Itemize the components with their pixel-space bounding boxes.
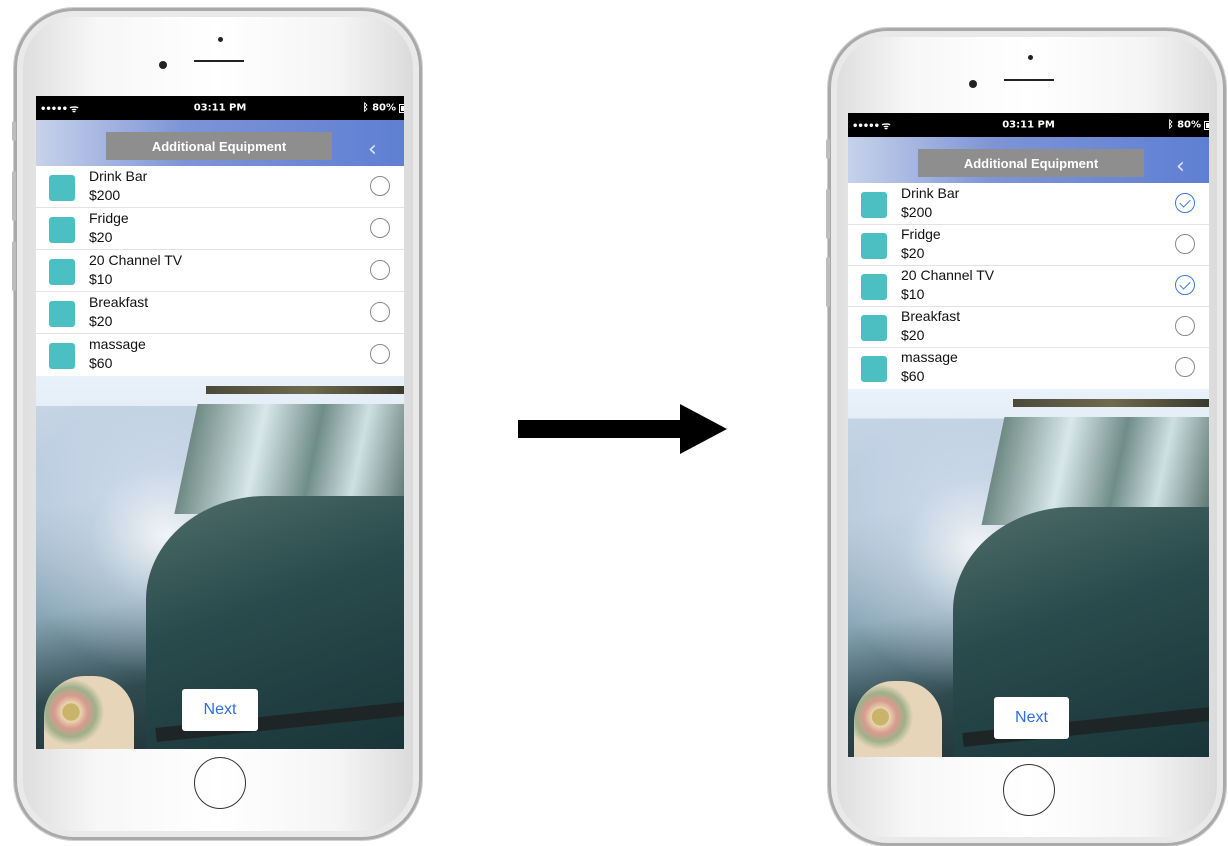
select-radio[interactable] [1175,234,1195,254]
side-button [12,241,16,291]
chevron-left-icon[interactable]: ‹ [368,137,377,162]
list-item[interactable]: massage $60 [848,347,1209,388]
front-camera [159,61,167,69]
list-item[interactable]: Fridge $20 [848,224,1209,266]
signal-indicator: ••••• ᯤ [40,104,79,115]
next-button[interactable]: Next [182,689,258,731]
item-price: $20 [901,327,925,343]
item-price: $20 [901,245,925,261]
list-item[interactable]: Fridge $20 [36,208,404,250]
item-name: 20 Channel TV [901,267,995,283]
select-radio-checked[interactable] [1175,193,1195,213]
item-name: massage [89,336,146,352]
page-title: Additional Equipment [106,132,332,160]
item-thumbnail [49,343,75,369]
item-thumbnail [861,274,887,300]
item-price: $60 [901,368,925,384]
equipment-list: Drink Bar $200 Fridge $20 20 Channel TV … [36,166,404,376]
page-title: Additional Equipment [918,149,1144,177]
signal-indicator: ••••• ᯤ [852,121,891,132]
status-bar: ••••• ᯤ 03:11 PM ᛒ 80% [848,113,1209,137]
home-button[interactable] [194,757,246,809]
item-name: 20 Channel TV [89,252,183,268]
sensor-dot [1028,55,1033,60]
select-radio-checked[interactable] [1175,275,1195,295]
person-head [44,676,134,749]
item-thumbnail [49,217,75,243]
item-name: massage [901,349,958,365]
item-price: $60 [89,355,113,371]
front-camera [969,80,977,88]
battery-icon [399,103,404,113]
item-thumbnail [861,192,887,218]
select-radio[interactable] [370,260,390,280]
item-price: $200 [901,204,933,220]
phone-frame-after: ••••• ᯤ 03:11 PM ᛒ 80% Additional Equipm… [826,28,1226,846]
item-thumbnail [861,315,887,341]
item-name: Breakfast [901,308,961,324]
side-button [826,139,830,159]
battery-indicator: ᛒ 80% [363,102,404,114]
battery-percent: 80% [1177,119,1201,131]
list-item[interactable]: Breakfast $20 [848,306,1209,348]
nav-bar: Additional Equipment ‹ [848,137,1209,183]
status-time: 03:11 PM [193,102,247,114]
arrow-head [680,404,727,454]
earpiece-speaker [1004,79,1054,81]
sensor-dot [218,37,223,42]
battery-percent: 80% [372,102,396,114]
home-button[interactable] [1003,764,1055,816]
item-thumbnail [49,301,75,327]
equipment-list: Drink Bar $200 Fridge $20 20 Channel TV … [848,183,1209,389]
next-button[interactable]: Next [994,697,1069,739]
list-item[interactable]: Drink Bar $200 [848,183,1209,225]
item-name: Fridge [901,226,941,242]
item-price: $20 [89,313,113,329]
side-button [12,121,16,141]
item-thumbnail [861,233,887,259]
right-arrow-icon [518,420,683,438]
select-radio[interactable] [370,218,390,238]
select-radio[interactable] [1175,357,1195,377]
list-item[interactable]: Drink Bar $200 [36,166,404,208]
item-name: Breakfast [89,294,149,310]
select-radio[interactable] [370,302,390,322]
item-thumbnail [49,175,75,201]
list-item[interactable]: Breakfast $20 [36,292,404,334]
far-shore [206,386,404,394]
side-button [826,189,830,239]
list-item[interactable]: 20 Channel TV $10 [36,250,404,292]
item-thumbnail [861,356,887,382]
person-head [854,681,942,757]
select-radio[interactable] [370,176,390,196]
screen-after: ••••• ᯤ 03:11 PM ᛒ 80% Additional Equipm… [848,113,1209,757]
side-button [826,257,830,307]
earpiece-speaker [194,60,244,62]
status-bar: ••••• ᯤ 03:11 PM ᛒ 80% [36,96,404,120]
phone-frame-before: ••••• ᯤ 03:11 PM ᛒ 80% Additional Equipm… [12,8,422,840]
status-time: 03:11 PM [1002,119,1055,131]
item-name: Drink Bar [89,168,148,184]
item-price: $200 [89,187,121,203]
item-thumbnail [49,259,75,285]
item-name: Fridge [89,210,129,226]
item-price: $10 [89,271,113,287]
battery-indicator: ᛒ 80% [1168,119,1209,131]
select-radio[interactable] [1175,316,1195,336]
side-button [12,171,16,221]
far-shore [1013,399,1209,407]
list-item[interactable]: massage $60 [36,334,404,375]
select-radio[interactable] [370,344,390,364]
screen-before: ••••• ᯤ 03:11 PM ᛒ 80% Additional Equipm… [36,96,404,749]
item-price: $10 [901,286,925,302]
chevron-left-icon[interactable]: ‹ [1176,154,1185,179]
item-name: Drink Bar [901,185,960,201]
item-price: $20 [89,229,113,245]
nav-bar: Additional Equipment ‹ [36,120,404,166]
battery-icon [1204,120,1209,130]
list-item[interactable]: 20 Channel TV $10 [848,265,1209,307]
